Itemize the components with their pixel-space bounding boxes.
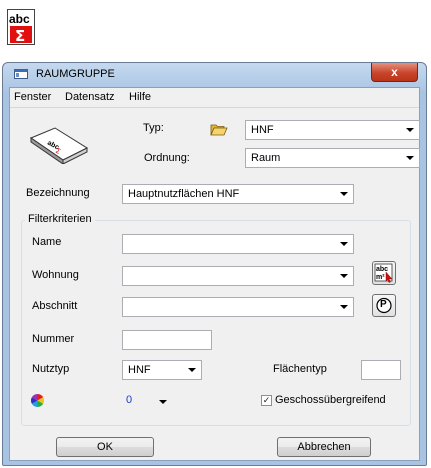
- geschoss-label: Geschossübergreifend: [275, 394, 386, 406]
- raumgruppe-window: RAUMGRUPPE x Fenster Datensatz Hilfe abc…: [2, 62, 427, 466]
- menu-hilfe[interactable]: Hilfe: [129, 91, 151, 103]
- abc-m2-button[interactable]: abc m²: [372, 261, 396, 285]
- wohnung-label: Wohnung: [32, 269, 79, 281]
- dropdown-arrow-icon: [340, 242, 348, 246]
- abschnitt-label: Abschnitt: [32, 300, 78, 312]
- close-icon: x: [391, 65, 398, 79]
- name-label: Name: [32, 236, 62, 248]
- cancel-button[interactable]: Abbrechen: [277, 437, 371, 457]
- nummer-input[interactable]: [122, 330, 212, 350]
- dropdown-arrow-icon: [188, 368, 196, 372]
- svg-text:abc: abc: [9, 12, 30, 26]
- typ-dropdown[interactable]: HNF: [245, 120, 420, 140]
- p-button[interactable]: P: [372, 294, 396, 317]
- wohnung-dropdown[interactable]: [122, 266, 354, 286]
- name-dropdown[interactable]: [122, 234, 354, 254]
- flaechentyp-input[interactable]: [361, 360, 401, 380]
- ordnung-label: Ordnung:: [144, 152, 190, 164]
- p-glyph: P: [380, 299, 387, 310]
- filterkriterien-title: Filterkriterien: [25, 213, 95, 225]
- nutztyp-dropdown[interactable]: HNF: [122, 360, 202, 380]
- svg-text:abc: abc: [376, 266, 388, 273]
- ordnung-dropdown[interactable]: Raum: [245, 148, 420, 168]
- bezeichnung-label: Bezeichnung: [26, 187, 90, 199]
- close-button[interactable]: x: [371, 63, 418, 82]
- color-wheel-icon: [30, 394, 45, 407]
- typ-label: Typ:: [143, 122, 164, 134]
- dropdown-arrow-icon: [406, 156, 414, 160]
- abc-m2-cursor-icon: abc m²: [374, 263, 393, 283]
- abc-book-icon: abc Σ: [27, 124, 91, 165]
- ordnung-value: Raum: [251, 152, 281, 164]
- geschoss-checkbox[interactable]: ✓: [261, 395, 272, 406]
- flaechentyp-label: Flächentyp: [273, 363, 327, 375]
- dropdown-arrow-icon: [340, 274, 348, 278]
- nutztyp-label: Nutztyp: [32, 363, 70, 375]
- dropdown-arrow-icon: [406, 128, 414, 132]
- svg-text:Σ: Σ: [15, 27, 25, 45]
- window-title: RAUMGRUPPE: [36, 68, 115, 80]
- svg-text:m²: m²: [376, 274, 385, 281]
- menu-datensatz[interactable]: Datensatz: [65, 91, 115, 103]
- ok-button[interactable]: OK: [56, 437, 154, 457]
- dropdown-arrow-icon: [340, 192, 348, 196]
- abschnitt-dropdown[interactable]: [122, 297, 354, 317]
- menu-bar: Fenster Datensatz Hilfe: [10, 88, 419, 108]
- nutztyp-value: HNF: [128, 364, 151, 376]
- window-icon: [14, 69, 28, 79]
- color-value: 0: [126, 394, 133, 406]
- dropdown-arrow-icon: [340, 305, 348, 309]
- folder-open-icon[interactable]: [210, 123, 228, 137]
- color-dropdown[interactable]: 0: [122, 391, 172, 411]
- bezeichnung-value: Hauptnutzflächen HNF: [128, 188, 240, 200]
- typ-value: HNF: [251, 124, 274, 136]
- dropdown-arrow-icon: [159, 400, 167, 404]
- check-icon: ✓: [262, 395, 271, 405]
- menu-fenster[interactable]: Fenster: [14, 91, 51, 103]
- abc-sigma-app-icon: abc Σ: [7, 9, 35, 45]
- bezeichnung-dropdown[interactable]: Hauptnutzflächen HNF: [122, 184, 354, 204]
- nummer-label: Nummer: [32, 333, 75, 345]
- window-client-area: Fenster Datensatz Hilfe abc Σ Typ: HNF O…: [9, 87, 420, 461]
